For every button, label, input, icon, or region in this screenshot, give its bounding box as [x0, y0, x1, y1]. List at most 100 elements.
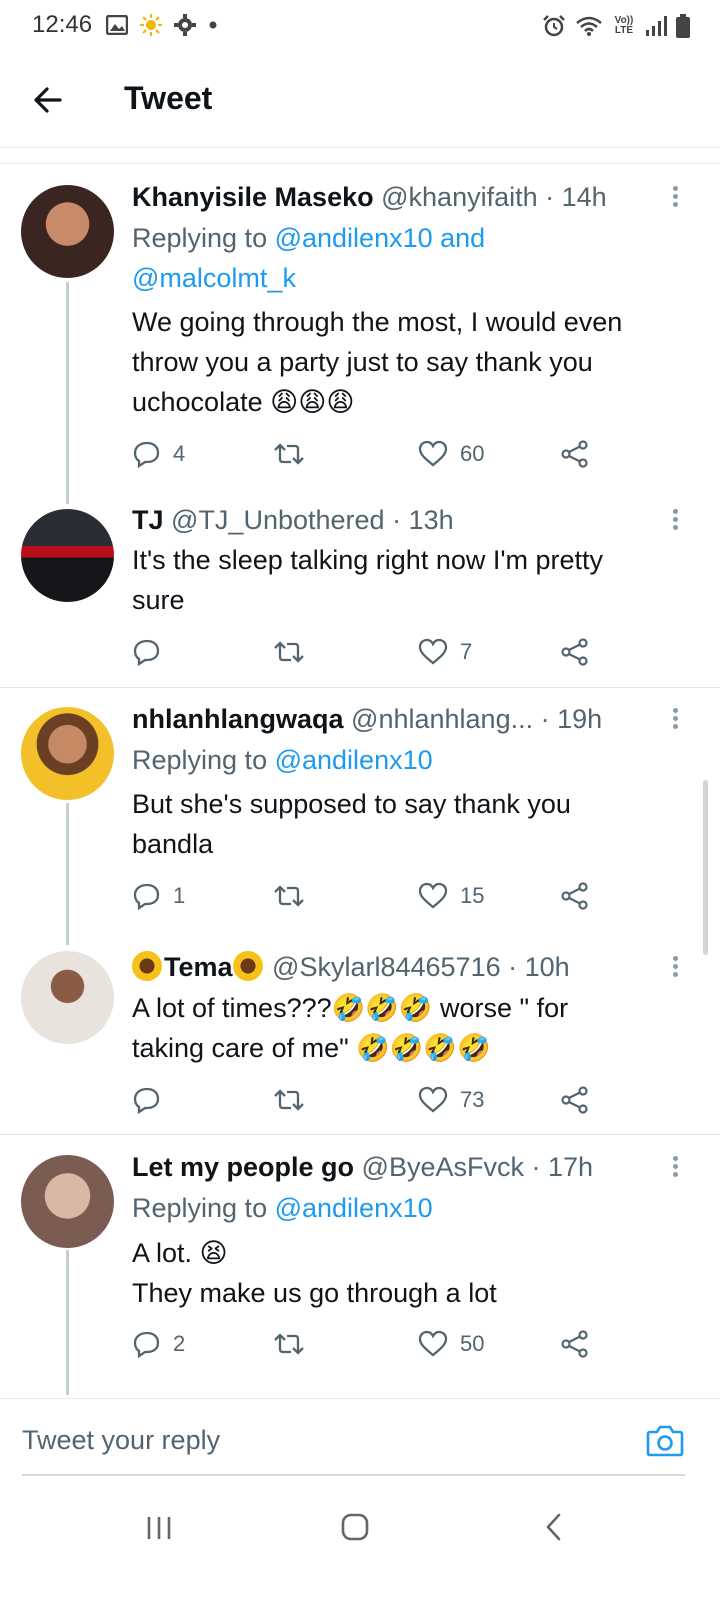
- reply-input[interactable]: Tweet your reply: [22, 1425, 220, 1456]
- scrollbar[interactable]: [703, 780, 708, 955]
- alarm-icon: [543, 15, 565, 37]
- signal-icon: [646, 16, 667, 36]
- reply-button[interactable]: 1: [133, 879, 185, 913]
- share-button[interactable]: [560, 879, 590, 913]
- reply-icon: [133, 1087, 160, 1114]
- share-button[interactable]: [560, 437, 590, 471]
- replying-to: Replying to @andilenx10: [132, 740, 692, 780]
- tweet-header: Tema @Skylarl84465716 · 10h: [132, 950, 680, 984]
- mention-link[interactable]: @andilenx10: [275, 745, 433, 775]
- tweet-header: Let my people go @ByeAsFvck · 17h: [132, 1150, 680, 1184]
- retweet-button[interactable]: [273, 879, 317, 913]
- volte-icon: Vo)) LTE: [614, 15, 634, 36]
- retweet-button[interactable]: [273, 635, 317, 669]
- replying-prefix: Replying to: [132, 1193, 275, 1223]
- tweet-text-line: A lot.: [132, 1238, 200, 1268]
- retweet-icon: [274, 641, 304, 663]
- replying-prefix: Replying to: [132, 745, 275, 775]
- thread-line: [66, 803, 69, 945]
- more-options-icon[interactable]: [670, 954, 680, 980]
- tweet-text-line: A lot of times???: [132, 993, 332, 1023]
- tweet-text-line: We going through the most, I would even: [132, 307, 623, 337]
- like-button[interactable]: 60: [418, 437, 484, 471]
- camera-icon[interactable]: [646, 1423, 684, 1457]
- reply-button[interactable]: [133, 635, 173, 669]
- tweet-actions: 1 15: [133, 879, 603, 913]
- avatar[interactable]: [21, 707, 114, 800]
- reply-button[interactable]: [133, 1083, 173, 1117]
- thread-line: [66, 1250, 69, 1395]
- mention-link[interactable]: @andilenx10 and: [275, 223, 486, 253]
- retweet-icon: [274, 1333, 304, 1355]
- share-button[interactable]: [560, 1083, 590, 1117]
- mention-link[interactable]: @malcolmt_k: [132, 263, 296, 293]
- like-button[interactable]: 7: [418, 635, 472, 669]
- tweet-time: · 17h: [531, 1152, 594, 1182]
- more-options-icon[interactable]: [670, 507, 680, 533]
- share-icon: [561, 638, 588, 666]
- sun-icon: [140, 14, 162, 36]
- like-button[interactable]: 50: [418, 1327, 484, 1361]
- user-handle[interactable]: @Skylarl84465716: [272, 952, 501, 982]
- display-name[interactable]: Khanyisile Maseko: [132, 182, 374, 212]
- heart-icon: [418, 882, 448, 909]
- display-name[interactable]: Tema: [164, 952, 233, 982]
- user-handle[interactable]: @ByeAsFvck: [362, 1152, 524, 1182]
- replying-to: Replying to @andilenx10 and @malcolmt_k: [132, 218, 692, 298]
- retweet-button[interactable]: [273, 437, 317, 471]
- retweet-button[interactable]: [273, 1327, 317, 1361]
- user-handle[interactable]: @TJ_Unbothered: [171, 505, 385, 535]
- display-name[interactable]: nhlanhlangwaqa: [132, 704, 344, 734]
- tweet-text-line: throw you a party just to say thank you: [132, 347, 593, 377]
- avatar[interactable]: [21, 185, 114, 278]
- like-button[interactable]: 15: [418, 879, 484, 913]
- like-button[interactable]: 73: [418, 1083, 484, 1117]
- weary-emoji: 😩😩😩: [270, 387, 355, 417]
- share-icon: [561, 882, 588, 910]
- tweet-time: · 10h: [508, 952, 570, 982]
- avatar[interactable]: [21, 951, 114, 1044]
- rofl-emoji: 🤣🤣🤣🤣: [356, 1033, 491, 1063]
- share-button[interactable]: [560, 1327, 590, 1361]
- user-handle[interactable]: @khanyifaith: [381, 182, 538, 212]
- tweet-text-line: bandla: [132, 829, 214, 859]
- more-options-icon[interactable]: [670, 1154, 680, 1180]
- mention-link[interactable]: @andilenx10: [275, 1193, 433, 1223]
- back-icon[interactable]: [543, 1512, 563, 1542]
- tweet-text: A lot of times???🤣🤣🤣 worse " for taking …: [132, 988, 692, 1068]
- replying-to: Replying to @andilenx10: [132, 1188, 692, 1228]
- tweet-actions: 73: [133, 1083, 603, 1117]
- more-options-icon[interactable]: [670, 706, 680, 732]
- user-handle[interactable]: @nhlanhlang...: [351, 704, 533, 734]
- share-button[interactable]: [560, 635, 590, 669]
- display-name[interactable]: TJ: [132, 505, 164, 535]
- heart-icon: [418, 440, 448, 467]
- like-count: 73: [460, 1087, 485, 1112]
- tweet-header: TJ @TJ_Unbothered · 13h: [132, 503, 680, 537]
- tweet-text-line: But she's supposed to say thank you: [132, 789, 571, 819]
- heart-icon: [418, 638, 448, 665]
- recent-apps-icon[interactable]: [145, 1514, 173, 1542]
- reply-button[interactable]: 4: [133, 437, 185, 471]
- divider: [0, 687, 720, 688]
- divider: [22, 1474, 685, 1476]
- replying-prefix: Replying to: [132, 223, 275, 253]
- avatar[interactable]: [21, 509, 114, 602]
- thread-line: [66, 282, 69, 504]
- home-icon[interactable]: [340, 1512, 370, 1542]
- share-icon: [561, 440, 588, 468]
- reply-icon: [133, 639, 160, 666]
- status-bar: 12:46 Vo)) LTE: [0, 0, 720, 52]
- reply-count: 2: [173, 1331, 186, 1356]
- tweet-time: · 13h: [392, 505, 454, 535]
- divider: [0, 163, 720, 164]
- display-name[interactable]: Let my people go: [132, 1152, 354, 1182]
- reply-composer: Tweet your reply: [0, 1398, 720, 1478]
- like-count: 15: [460, 883, 485, 908]
- arrow-left-icon[interactable]: [30, 82, 66, 118]
- reply-button[interactable]: 2: [133, 1327, 185, 1361]
- avatar[interactable]: [21, 1155, 114, 1248]
- more-options-icon[interactable]: [670, 184, 680, 210]
- share-icon: [561, 1086, 588, 1114]
- retweet-button[interactable]: [273, 1083, 317, 1117]
